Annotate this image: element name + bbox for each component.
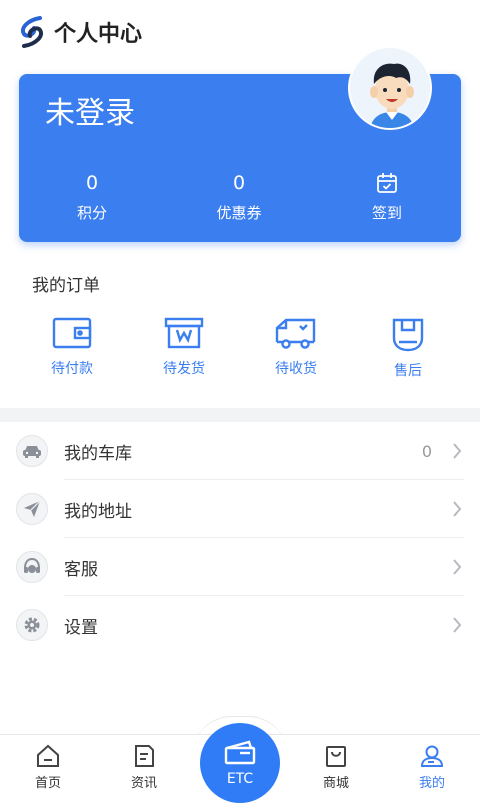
checkin-label: 签到 bbox=[371, 204, 402, 222]
chevron-right-icon bbox=[452, 616, 462, 638]
menu-item-label: 我的车库 bbox=[64, 443, 132, 464]
user-icon bbox=[400, 743, 464, 769]
menu-item-garage[interactable]: 我的车库 0 bbox=[0, 422, 480, 480]
tab-label: 商城 bbox=[322, 776, 349, 791]
avatar[interactable] bbox=[348, 46, 432, 130]
calendar-check-icon bbox=[332, 170, 442, 196]
order-aftersale[interactable]: 售后 bbox=[363, 316, 453, 380]
points-value: 0 bbox=[85, 172, 99, 194]
login-status[interactable]: 未登录 bbox=[45, 88, 135, 132]
coupons-value: 0 bbox=[232, 172, 246, 194]
aftersale-icon bbox=[363, 316, 453, 352]
section-divider bbox=[0, 408, 480, 422]
etc-card-icon bbox=[223, 739, 257, 769]
coupons-label: 优惠券 bbox=[216, 204, 262, 222]
bag-icon bbox=[304, 743, 368, 769]
order-label: 待收货 bbox=[275, 361, 317, 377]
tab-label: 首页 bbox=[34, 776, 61, 791]
menu-item-customer-service[interactable]: 客服 bbox=[0, 538, 480, 596]
tab-etc[interactable]: ETC bbox=[200, 723, 280, 803]
menu-item-label: 设置 bbox=[64, 617, 98, 638]
tab-label: 资讯 bbox=[130, 776, 157, 791]
garage-count: 0 bbox=[421, 441, 432, 461]
points-stat[interactable]: 0 积分 bbox=[37, 170, 147, 223]
order-label: 待发货 bbox=[163, 361, 205, 377]
home-icon bbox=[16, 743, 80, 769]
coupons-stat[interactable]: 0 优惠券 bbox=[184, 170, 294, 223]
page-title: 个人中心 bbox=[54, 22, 143, 47]
chevron-right-icon bbox=[452, 442, 462, 464]
chevron-right-icon bbox=[452, 500, 462, 522]
tab-mine[interactable]: 我的 bbox=[400, 743, 464, 791]
app-logo-icon bbox=[18, 16, 46, 48]
menu-item-label: 客服 bbox=[64, 559, 98, 580]
headset-icon bbox=[16, 551, 48, 583]
news-icon bbox=[112, 743, 176, 769]
order-label: 售后 bbox=[394, 363, 422, 379]
tab-news[interactable]: 资讯 bbox=[112, 743, 176, 791]
orders-title: 我的订单 bbox=[32, 276, 100, 296]
menu-item-settings[interactable]: 设置 bbox=[0, 596, 480, 654]
gear-icon bbox=[16, 609, 48, 641]
tab-label: ETC bbox=[226, 771, 254, 787]
order-pending-shipment[interactable]: 待发货 bbox=[139, 316, 229, 378]
order-label: 待付款 bbox=[51, 361, 93, 377]
order-pending-payment[interactable]: 待付款 bbox=[27, 316, 117, 378]
send-icon bbox=[16, 493, 48, 525]
wallet-icon bbox=[27, 316, 117, 350]
tab-mall[interactable]: 商城 bbox=[304, 743, 368, 791]
truck-icon bbox=[251, 316, 341, 350]
tab-home[interactable]: 首页 bbox=[16, 743, 80, 791]
box-icon bbox=[139, 316, 229, 350]
tab-label: 我的 bbox=[418, 776, 445, 791]
chevron-right-icon bbox=[452, 558, 462, 580]
order-pending-receipt[interactable]: 待收货 bbox=[251, 316, 341, 378]
checkin-button[interactable]: 签到 bbox=[332, 170, 442, 223]
menu-item-address[interactable]: 我的地址 bbox=[0, 480, 480, 538]
car-icon bbox=[16, 435, 48, 467]
menu-item-label: 我的地址 bbox=[64, 501, 132, 522]
points-label: 积分 bbox=[76, 204, 107, 222]
menu-list: 我的车库 0 我的地址 客服 设置 bbox=[0, 422, 480, 654]
